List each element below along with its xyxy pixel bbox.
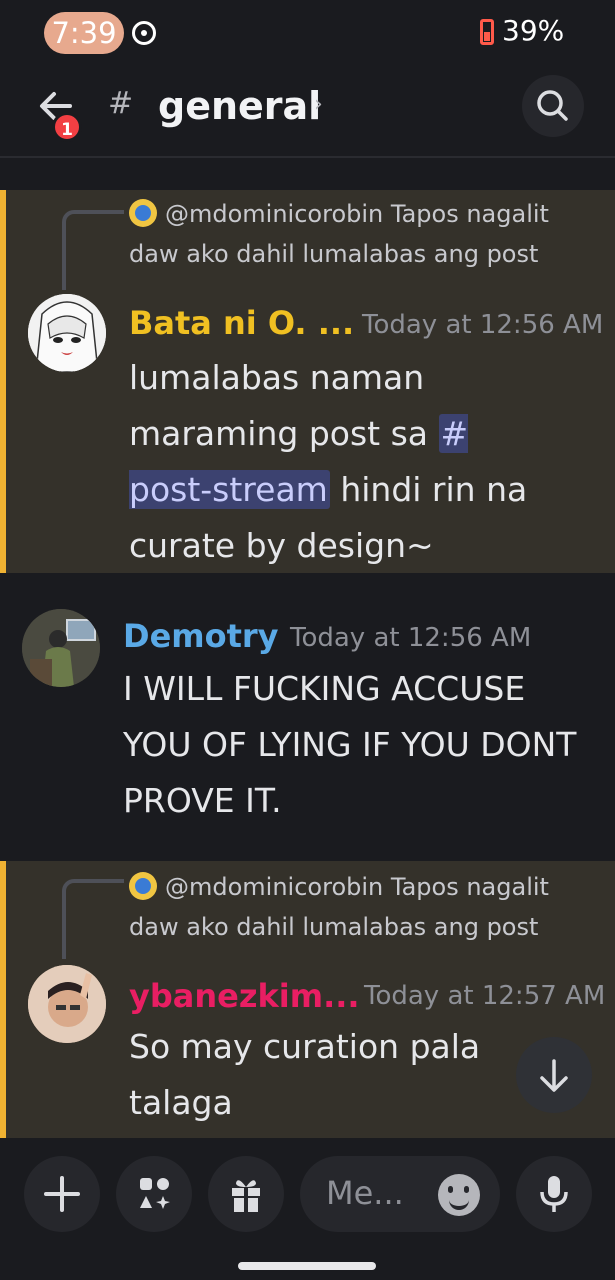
battery-percent: 39% [502,14,565,47]
apps-button[interactable] [116,1156,192,1232]
aperture-icon [132,21,156,45]
notification-badge: 1 [52,112,82,142]
anime-avatar-icon [28,294,106,372]
message-timestamp: Today at 12:56 AM [362,310,604,340]
plus-icon [44,1176,80,1212]
message-item[interactable]: Demotry Today at 12:56 AM I WILL FUCKING… [0,573,615,861]
reply-mention: @mdominicorobin [165,200,384,228]
reply-mention: @mdominicorobin [165,873,384,901]
gift-icon [232,1180,260,1212]
emoji-icon[interactable] [438,1174,480,1216]
gift-button[interactable] [208,1156,284,1232]
message-timestamp: Today at 12:57 AM [364,981,606,1011]
attach-button[interactable] [24,1156,100,1232]
voice-message-button[interactable] [516,1156,592,1232]
search-icon [537,90,568,121]
message-author[interactable]: Bata ni O. ... [129,304,354,342]
microphone-icon [540,1176,568,1212]
message-text: So may curation pala talaga [129,1027,481,1122]
avatar[interactable] [28,965,106,1043]
user-photo-icon [28,965,106,1043]
search-button[interactable] [522,75,584,137]
avatar[interactable] [28,294,106,372]
jump-to-present-button[interactable] [516,1037,592,1113]
replied-user-avatar [129,199,157,227]
message-timestamp: Today at 12:56 AM [290,623,532,653]
chevron-right-icon[interactable]: › [314,92,323,117]
channel-hash-icon: # [108,86,134,121]
apps-icon [140,1178,170,1209]
message-text: I WILL FUCKING ACCUSE YOU OF LYING IF YO… [123,669,577,820]
reply-connector [62,210,124,290]
home-indicator[interactable] [238,1262,376,1270]
replied-user-avatar [129,872,157,900]
channel-name[interactable]: general [158,84,321,128]
message-input-placeholder: Me... [326,1174,404,1212]
channel-mention-name: post-stream [129,470,328,509]
status-bar: 7:39 39% [0,0,615,68]
channel-mention-hash: # [440,414,469,453]
message-author[interactable]: ybanezkim... [129,977,360,1015]
message-input[interactable]: Me... [300,1156,500,1232]
reply-preview[interactable]: @mdominicorobin Tapos nagalit daw ako da… [129,867,599,947]
message-text-part: lumalabas naman maraming post sa [129,358,428,453]
message-text: lumalabas naman maraming post sa # post-s… [129,350,599,574]
battery-icon [480,19,494,45]
message-author[interactable]: Demotry [123,617,279,655]
reply-connector [62,879,124,959]
reply-preview[interactable]: @mdominicorobin Tapos nagalit daw ako da… [129,194,599,274]
user-photo-icon [22,609,100,687]
status-time: 7:39 [44,12,124,54]
avatar[interactable] [22,609,100,687]
message-item[interactable]: @mdominicorobin Tapos nagalit daw ako da… [0,190,615,573]
channel-header: 1 # general › [0,68,615,158]
arrow-down-icon [540,1059,568,1092]
composer-bar: Me... [0,1138,615,1280]
